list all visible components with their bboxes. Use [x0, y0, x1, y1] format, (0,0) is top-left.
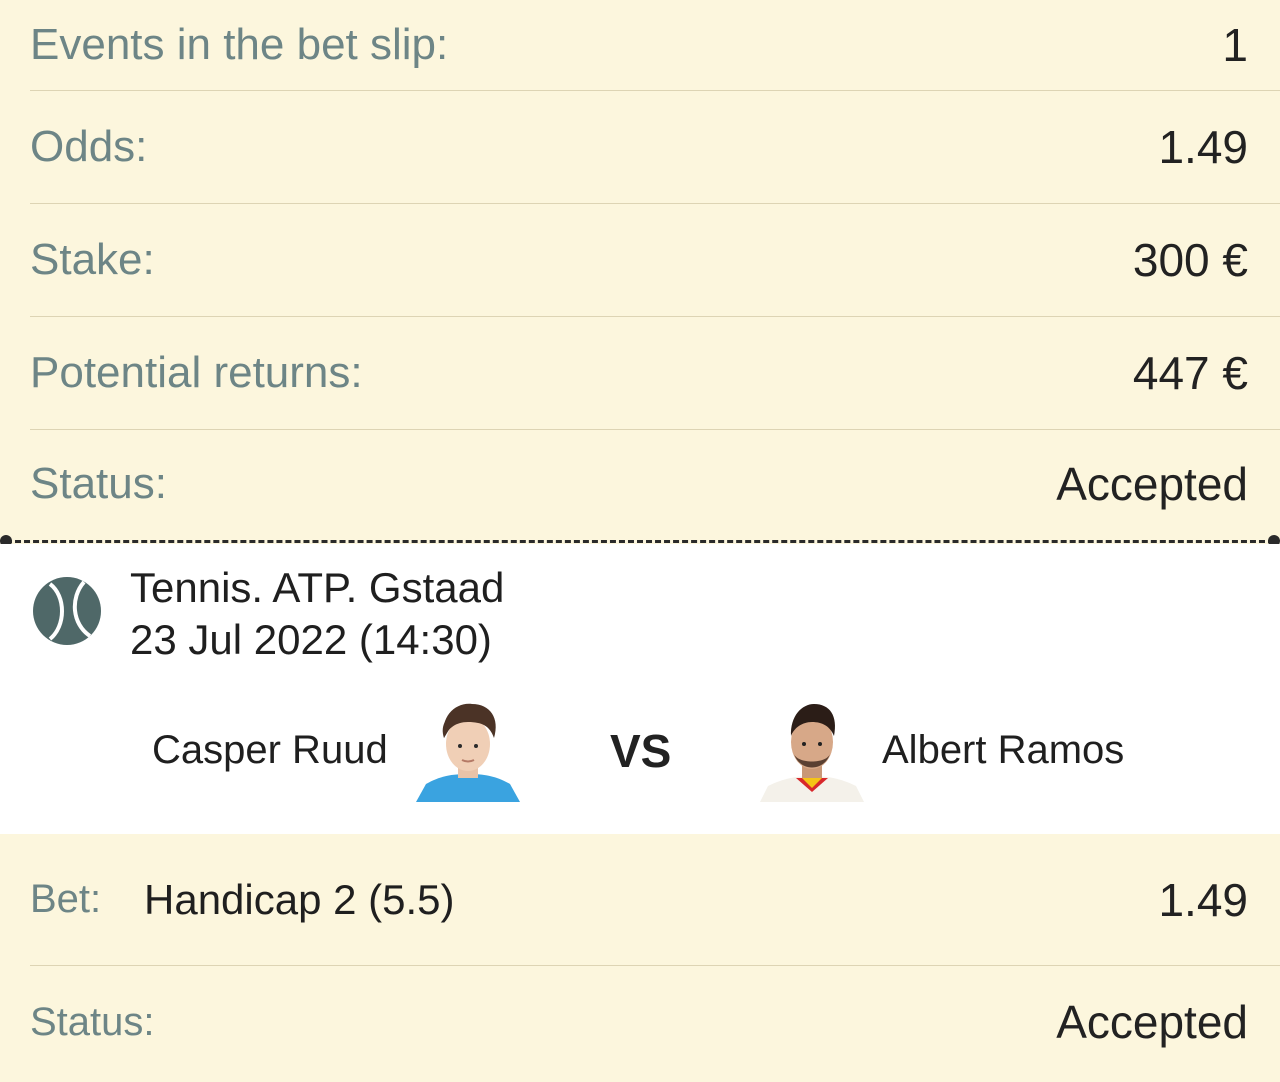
events-count-label: Events in the bet slip: — [30, 20, 449, 69]
potential-returns-value: 447 € — [1132, 347, 1248, 399]
player1-avatar — [416, 703, 520, 802]
event-title: Tennis. ATP. Gstaad — [130, 564, 505, 611]
bet-status-value: Accepted — [1056, 996, 1248, 1048]
status-row: Status: Accepted — [30, 430, 1280, 538]
odds-label: Odds: — [30, 122, 148, 171]
stake-row: Stake: 300 € — [30, 204, 1280, 317]
odds-row: Odds: 1.49 — [30, 91, 1280, 204]
events-count-row: Events in the bet slip: 1 — [30, 0, 1280, 91]
bet-row: Bet: Handicap 2 (5.5) 1.49 — [30, 834, 1280, 966]
bet-selection: Handicap 2 (5.5) — [144, 875, 455, 923]
player1-name: Casper Ruud — [152, 728, 388, 772]
bet-summary: Events in the bet slip: 1 Odds: 1.49 Sta… — [0, 0, 1280, 538]
tennis-ball-icon — [33, 577, 101, 645]
player2-name: Albert Ramos — [882, 728, 1125, 772]
status-value: Accepted — [1056, 458, 1248, 510]
dashed-line — [6, 540, 1274, 543]
event-datetime: 23 Jul 2022 (14:30) — [130, 616, 492, 663]
event-info: Tennis. ATP. Gstaad 23 Jul 2022 (14:30) — [130, 562, 504, 666]
vs-label: VS — [610, 725, 672, 777]
bet-status-row: Status: Accepted — [30, 966, 1280, 1078]
potential-returns-label: Potential returns: — [30, 348, 363, 397]
bet-label: Bet: — [30, 877, 102, 921]
odds-value: 1.49 — [1158, 121, 1248, 173]
bet-details: Bet: Handicap 2 (5.5) 1.49 Status: Accep… — [0, 834, 1280, 1078]
event-header: Tennis. ATP. Gstaad 23 Jul 2022 (14:30) — [32, 562, 504, 666]
matchup: Casper Ruud VS Albert Ramos — [0, 694, 1280, 804]
event-card[interactable]: Tennis. ATP. Gstaad 23 Jul 2022 (14:30) … — [0, 544, 1280, 834]
bet-info: Bet: Handicap 2 (5.5) — [30, 876, 455, 924]
events-count-value: 1 — [1222, 19, 1248, 71]
status-label: Status: — [30, 459, 167, 508]
player2-avatar — [760, 704, 864, 802]
potential-returns-row: Potential returns: 447 € — [30, 317, 1280, 430]
stake-label: Stake: — [30, 235, 155, 284]
stake-value: 300 € — [1132, 234, 1248, 286]
bet-odds: 1.49 — [1158, 873, 1248, 926]
bet-status-label: Status: — [30, 999, 155, 1044]
